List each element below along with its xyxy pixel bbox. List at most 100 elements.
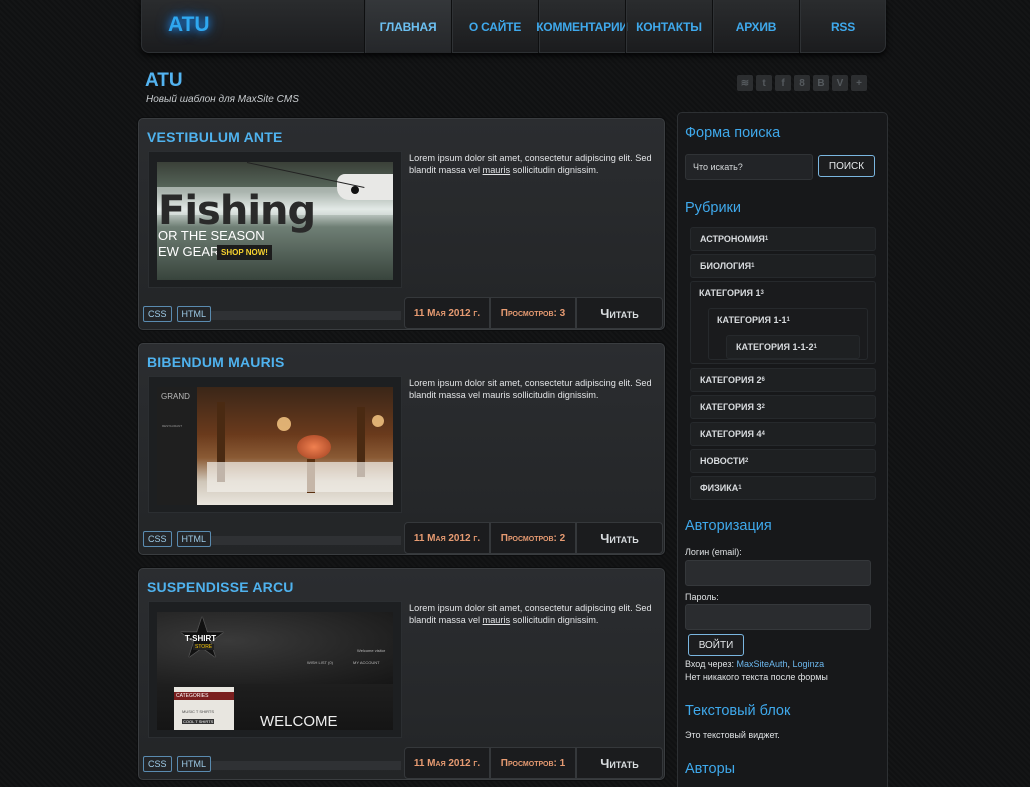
post-excerpt-link[interactable]: mauris — [483, 165, 511, 175]
text-widget-title: Текстовый блок — [685, 703, 791, 719]
tshirt-store-image[interactable]: ★ T-SHIRT STORE Welcome visitor WISH LIS… — [157, 612, 393, 730]
banner-line2: OR THE SEASON — [158, 228, 265, 243]
search-button[interactable]: Поиск — [818, 155, 875, 177]
banner-line3: EW GEAR! — [158, 244, 224, 259]
nav-comments[interactable]: Комментарии — [536, 0, 628, 53]
login-button[interactable]: Войти — [688, 634, 744, 656]
post-excerpt-text-end: sollicitudin dignissim. — [510, 165, 599, 175]
store-wishlist: WISH LIST (0) — [307, 660, 333, 665]
tags-divider — [211, 761, 401, 770]
post-title[interactable]: Bibendum mauris — [147, 354, 285, 370]
authors-widget-title: Авторы — [685, 761, 736, 777]
search-input[interactable]: Что искать? — [685, 154, 813, 180]
tag-html[interactable]: HTML — [176, 306, 212, 322]
nav-home[interactable]: Главная — [364, 0, 451, 53]
login-label: Логин (email): — [685, 547, 742, 557]
restaurant-logo-text: GRAND — [161, 392, 190, 401]
search-widget-title: Форма поиска — [685, 125, 781, 141]
site-title[interactable]: ATU — [145, 70, 183, 92]
category-name: Физика — [700, 483, 739, 493]
vimeo-icon[interactable]: V — [832, 75, 848, 91]
category-item[interactable]: Категория 13 — [690, 281, 876, 305]
login-input[interactable] — [685, 560, 871, 586]
category-item[interactable]: Новости 2 — [690, 449, 876, 473]
tag-html[interactable]: HTML — [176, 756, 212, 772]
category-item[interactable]: Категория 44 — [690, 422, 876, 446]
tag-css[interactable]: CSS — [143, 756, 172, 772]
read-more-button[interactable]: Читать — [576, 747, 663, 779]
site-subtitle: Новый шаблон для MaxSite CMS — [146, 94, 299, 105]
post-excerpt-text: Lorem ipsum dolor sit amet, consectetur … — [409, 378, 652, 400]
fishing-banner-image[interactable]: Fishing OR THE SEASON EW GEAR! SHOP NOW! — [157, 162, 393, 280]
auth-note: Нет никакого текста после формы — [685, 672, 828, 682]
rss-icon[interactable]: ≋ — [737, 75, 753, 91]
nav-archive[interactable]: Архив — [712, 0, 799, 53]
tag-css[interactable]: CSS — [143, 306, 172, 322]
category-name: Биология — [700, 261, 752, 271]
post-excerpt-link[interactable]: mauris — [483, 615, 511, 625]
category-item[interactable]: Категория 32 — [690, 395, 876, 419]
post-meta: 11 Мая 2012 г. Просмотров: 3 Читать — [404, 297, 663, 329]
nav-rss[interactable]: RSS — [799, 0, 886, 53]
site-logo[interactable]: ATU — [168, 13, 210, 37]
category-count: 2 — [745, 458, 749, 464]
post-date: 11 Мая 2012 г. — [404, 747, 490, 779]
category-item[interactable]: Категория 1-1-2 1 — [726, 335, 860, 359]
store-cat2: COOL T SHIRTS — [182, 719, 215, 724]
category-item[interactable]: Категория 26 — [690, 368, 876, 392]
maxsiteauth-link[interactable]: MaxSiteAuth — [737, 659, 788, 669]
category-name: Новости — [700, 456, 746, 466]
post-title[interactable]: Suspendisse arcu — [147, 579, 294, 595]
category-count: 1 — [786, 317, 790, 323]
category-name: Категория 1-1-2 — [736, 342, 814, 352]
odnoklassniki-icon[interactable]: 8 — [794, 75, 810, 91]
post-excerpt: Lorem ipsum dolor sit amet, consectetur … — [409, 602, 659, 626]
password-input[interactable] — [685, 604, 871, 630]
category-count: 2 — [761, 404, 765, 410]
post-card: Bibendum mauris GRAND RESTAURANT Lorem i… — [138, 343, 665, 555]
category-name: Категория 1 — [699, 288, 761, 298]
vkontakte-icon[interactable]: B — [813, 75, 829, 91]
post-card: Suspendisse arcu ★ T-SHIRT STORE Welcome… — [138, 568, 665, 780]
loginza-link[interactable]: Loginza — [793, 659, 825, 669]
post-title[interactable]: Vestibulum ante — [147, 129, 282, 145]
category-count: 1 — [764, 236, 769, 242]
category-item[interactable]: Биология 1 — [690, 254, 876, 278]
auth-widget-title: Авторизация — [685, 518, 772, 534]
banner-cta: SHOP NOW! — [217, 245, 272, 260]
category-item[interactable]: Физика 1 — [690, 476, 876, 500]
category-count: 6 — [761, 377, 765, 383]
post-views: Просмотров: 1 — [490, 747, 576, 779]
category-name: Астрономия — [700, 234, 765, 244]
restaurant-image[interactable]: GRAND RESTAURANT — [157, 387, 393, 505]
tag-html[interactable]: HTML — [176, 531, 212, 547]
category-name: Категория 1-1 — [717, 315, 787, 325]
facebook-icon[interactable]: f — [775, 75, 791, 91]
read-more-button[interactable]: Читать — [576, 297, 663, 329]
plus-icon[interactable]: + — [851, 75, 867, 91]
read-more-button[interactable]: Читать — [576, 522, 663, 554]
post-excerpt-text-end: sollicitudin dignissim. — [510, 615, 599, 625]
post-tags: CSS HTML — [143, 306, 212, 322]
post-excerpt: Lorem ipsum dolor sit amet, consectetur … — [409, 152, 659, 176]
text-widget-body: Это текстовый виджет. — [685, 730, 780, 740]
store-badge-sub: STORE — [193, 644, 215, 650]
category-item[interactable]: Астрономия 1 — [690, 227, 876, 251]
post-views: Просмотров: 2 — [490, 522, 576, 554]
main-menu: Главная О сайте Комментарии Контакты Арх… — [364, 0, 886, 53]
category-count: 1 — [738, 485, 742, 491]
store-welcome-top: Welcome visitor — [357, 648, 386, 653]
twitter-icon[interactable]: t — [756, 75, 772, 91]
store-cat1: MUSIC T SHIRTS — [182, 709, 215, 714]
post-views: Просмотров: 3 — [490, 297, 576, 329]
login-via: Вход через: MaxSiteAuth, Loginza — [685, 658, 824, 671]
restaurant-sub-text: RESTAURANT — [162, 424, 183, 428]
nav-contacts[interactable]: Контакты — [625, 0, 712, 53]
category-item[interactable]: Категория 1-1 1 — [708, 308, 868, 332]
tag-css[interactable]: CSS — [143, 531, 172, 547]
nav-about[interactable]: О сайте — [451, 0, 538, 53]
category-name: Категория 3 — [700, 402, 762, 412]
password-label: Пароль: — [685, 592, 719, 602]
category-count: 3 — [760, 290, 764, 296]
login-via-label: Вход через: — [685, 659, 737, 669]
